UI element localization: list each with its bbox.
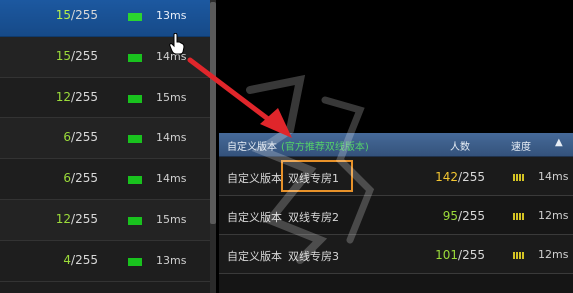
player-count-current: 6 bbox=[63, 130, 72, 145]
server-name: 自定义版本 双线专房2 bbox=[227, 209, 339, 225]
player-count-max: /255 bbox=[71, 252, 98, 267]
player-count-current: 15 bbox=[55, 8, 72, 22]
server-version: 自定义版本 bbox=[227, 211, 282, 224]
server-row[interactable]: 6/255 14ms bbox=[0, 159, 210, 200]
player-count-current: 12 bbox=[55, 211, 72, 226]
left-scrollbar-thumb[interactable] bbox=[210, 2, 216, 224]
signal-bars-icon bbox=[128, 216, 142, 225]
player-count-max: /255 bbox=[71, 8, 98, 22]
signal-bars-icon bbox=[128, 257, 142, 266]
server-row[interactable]: 4/255 13ms bbox=[0, 240, 210, 282]
server-row[interactable]: 自定义版本 双线专房1 142/255 14ms bbox=[219, 157, 573, 196]
header-name-column[interactable]: 自定义版本 (官方推荐双线版本) bbox=[227, 138, 369, 153]
player-count-max: /255 bbox=[71, 89, 98, 104]
player-count: 95/255 bbox=[443, 209, 485, 223]
signal-bars-icon bbox=[513, 174, 525, 181]
player-count: 12/255 bbox=[56, 90, 98, 104]
signal-bars-icon bbox=[128, 94, 142, 103]
player-count: 15/255 bbox=[56, 8, 98, 22]
header-speed-column[interactable]: 速度 bbox=[511, 138, 531, 153]
signal-bars-icon bbox=[513, 213, 525, 220]
table-header: 自定义版本 (官方推荐双线版本) 人数 速度 ▲ bbox=[219, 133, 573, 157]
server-version: 自定义版本 bbox=[227, 250, 282, 263]
server-row[interactable]: 6/255 14ms bbox=[0, 118, 210, 160]
player-count-max: /255 bbox=[71, 211, 98, 226]
server-row[interactable]: 12/255 15ms bbox=[0, 199, 210, 241]
player-count-current: 4 bbox=[63, 252, 72, 267]
left-scrollbar[interactable] bbox=[210, 0, 216, 293]
player-count-current: 6 bbox=[63, 171, 72, 186]
ping-value: 12ms bbox=[538, 209, 569, 222]
player-count-max: /255 bbox=[71, 48, 98, 63]
header-name-sub: (官方推荐双线版本) bbox=[281, 142, 369, 153]
sort-up-icon[interactable]: ▲ bbox=[555, 137, 563, 148]
server-version: 自定义版本 bbox=[227, 172, 282, 185]
player-count-max: /255 bbox=[71, 130, 98, 145]
ping-value: 14ms bbox=[156, 172, 187, 186]
player-count: 12/255 bbox=[56, 212, 98, 226]
player-count-max: /255 bbox=[458, 209, 485, 223]
player-count: 4/255 bbox=[63, 253, 98, 267]
server-row[interactable]: 12/255 15ms bbox=[0, 77, 210, 119]
hand-pointer-icon bbox=[169, 33, 185, 55]
ping-value: 15ms bbox=[156, 212, 187, 226]
player-count-current: 101 bbox=[435, 248, 459, 262]
player-count-current: 12 bbox=[55, 89, 72, 104]
player-count: 15/255 bbox=[56, 49, 98, 63]
header-name-label: 自定义版本 bbox=[227, 142, 277, 153]
player-count-current: 15 bbox=[55, 48, 72, 63]
signal-bars-icon bbox=[128, 176, 142, 185]
server-row[interactable]: 15/255 13ms bbox=[0, 0, 210, 37]
ping-value: 14ms bbox=[156, 131, 187, 145]
server-row[interactable]: 自定义版本 双线专房2 95/255 12ms bbox=[219, 196, 573, 235]
player-count: 101/255 bbox=[435, 248, 485, 262]
header-count-column[interactable]: 人数 bbox=[450, 138, 470, 153]
signal-bars-icon bbox=[128, 135, 142, 144]
ping-value: 14ms bbox=[538, 170, 569, 183]
signal-bars-icon bbox=[128, 53, 142, 62]
signal-bars-icon bbox=[128, 13, 142, 21]
ping-value: 15ms bbox=[156, 90, 187, 104]
player-count-max: /255 bbox=[458, 170, 485, 184]
player-count: 142/255 bbox=[435, 170, 485, 184]
player-count: 6/255 bbox=[63, 171, 98, 185]
server-row[interactable]: 自定义版本 双线专房3 101/255 12ms bbox=[219, 235, 573, 274]
highlight-box bbox=[281, 160, 353, 192]
server-name: 自定义版本 双线专房3 bbox=[227, 248, 339, 264]
player-count-max: /255 bbox=[71, 171, 98, 186]
server-list-right: 自定义版本 (官方推荐双线版本) 人数 速度 ▲ 自定义版本 双线专房1 142/25… bbox=[219, 133, 573, 293]
player-count-max: /255 bbox=[458, 248, 485, 262]
ping-value: 12ms bbox=[538, 248, 569, 261]
ping-value: 13ms bbox=[156, 9, 187, 22]
server-room: 双线专房2 bbox=[288, 211, 339, 224]
player-count-current: 95 bbox=[442, 209, 459, 223]
player-count-current: 142 bbox=[435, 170, 459, 184]
server-table-rows: 自定义版本 双线专房1 142/255 14ms 自定义版本 双线专房2 95/255 12m… bbox=[219, 157, 573, 274]
player-count: 6/255 bbox=[63, 130, 98, 144]
signal-bars-icon bbox=[513, 252, 525, 259]
server-room: 双线专房3 bbox=[288, 250, 339, 263]
ping-value: 13ms bbox=[156, 253, 187, 267]
